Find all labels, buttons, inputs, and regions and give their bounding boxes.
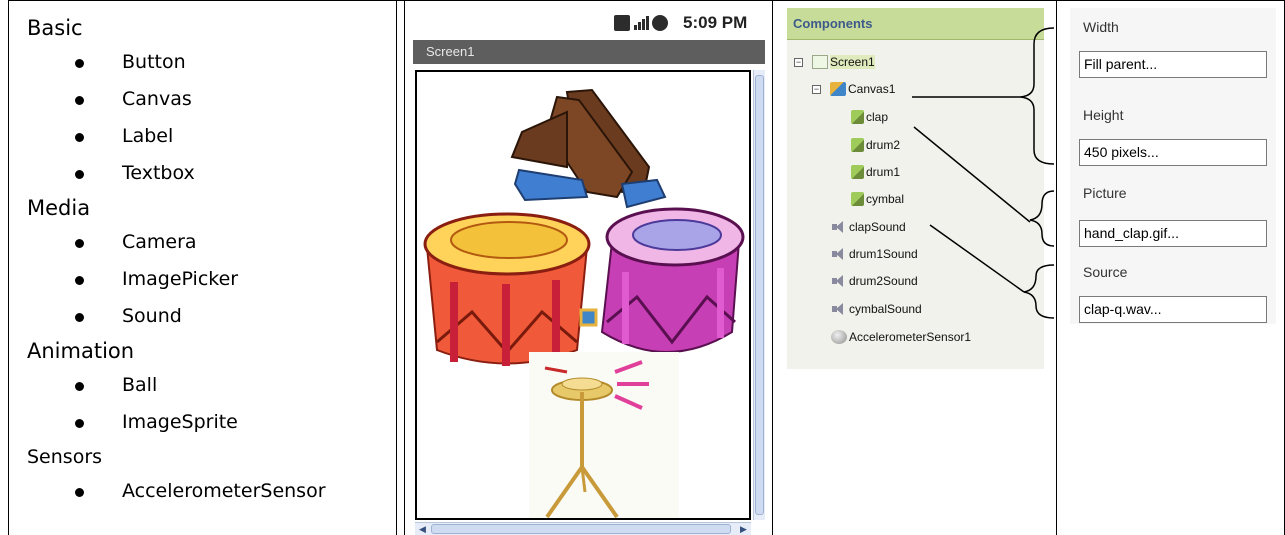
tree-item-accelerometer[interactable]: AccelerometerSensor1 bbox=[831, 328, 971, 346]
bullet-icon bbox=[75, 133, 84, 142]
tree-item-drum2[interactable]: drum2 bbox=[849, 136, 900, 154]
canvas-viewport[interactable] bbox=[415, 70, 751, 520]
picture-label: Picture bbox=[1083, 185, 1127, 201]
drum1-sprite-image[interactable] bbox=[423, 212, 591, 366]
imagesprite-icon bbox=[851, 138, 864, 152]
screen-icon bbox=[812, 55, 828, 69]
bullet-icon bbox=[75, 239, 84, 248]
cymbal-sprite-image[interactable] bbox=[529, 352, 679, 520]
list-item: Canvas bbox=[27, 81, 387, 118]
drum2-sprite-image[interactable] bbox=[600, 207, 745, 353]
bullet-icon bbox=[75, 488, 84, 497]
category-animation: Animation bbox=[27, 339, 135, 363]
sound-icon bbox=[831, 247, 847, 261]
canvas-sprite-marker-icon bbox=[579, 308, 598, 327]
list-item: ImageSprite bbox=[27, 404, 387, 441]
bullet-icon bbox=[75, 96, 84, 105]
screen-title-bar: Screen1 bbox=[413, 40, 765, 64]
imagesprite-icon bbox=[851, 110, 864, 124]
width-label: Width bbox=[1083, 19, 1119, 35]
imagesprite-icon bbox=[851, 192, 864, 206]
table-divider-3 bbox=[772, 0, 773, 535]
tree-item-drum1sound[interactable]: drum1Sound bbox=[831, 245, 918, 263]
status-clock: 5:09 PM bbox=[683, 13, 748, 32]
height-field[interactable]: 450 pixels... bbox=[1079, 139, 1267, 166]
table-divider-2 bbox=[404, 0, 405, 535]
phone-viewer: 5:09 PM Screen1 ◀ ▶ bbox=[413, 8, 765, 535]
scroll-left-arrow-icon[interactable]: ◀ bbox=[416, 523, 429, 535]
category-sensors: Sensors bbox=[27, 446, 103, 468]
canvas-icon bbox=[830, 82, 846, 96]
clap-sprite-image[interactable] bbox=[510, 88, 667, 209]
tree-item-cymbal[interactable]: cymbal bbox=[849, 190, 904, 208]
list-item: AccelerometerSensor bbox=[27, 473, 387, 510]
signal-icon bbox=[633, 15, 649, 31]
tree-item-cymbalsound[interactable]: cymbalSound bbox=[831, 300, 922, 318]
horizontal-scroll-thumb[interactable] bbox=[431, 524, 731, 534]
bullet-icon bbox=[75, 382, 84, 391]
source-label: Source bbox=[1083, 264, 1128, 280]
bullet-icon bbox=[75, 419, 84, 428]
components-panel: Components − Screen1 − Canvas1 clap drum… bbox=[787, 8, 1044, 369]
category-basic: Basic bbox=[27, 16, 83, 40]
bullet-icon bbox=[75, 276, 84, 285]
table-divider-4 bbox=[1056, 0, 1057, 535]
picture-field[interactable]: hand_clap.gif... bbox=[1079, 220, 1267, 247]
collapse-toggle-icon[interactable]: − bbox=[794, 57, 803, 67]
components-header: Components bbox=[787, 8, 1044, 40]
sound-icon bbox=[831, 274, 847, 288]
horizontal-scrollbar[interactable]: ◀ ▶ bbox=[415, 522, 751, 535]
tree-item-drum1[interactable]: drum1 bbox=[849, 163, 900, 181]
list-item: Button bbox=[27, 44, 387, 81]
network-icon bbox=[614, 15, 630, 31]
table-border-left bbox=[8, 0, 9, 535]
collapse-toggle-icon[interactable]: − bbox=[812, 84, 821, 94]
vertical-scrollbar[interactable] bbox=[753, 70, 765, 520]
imagesprite-icon bbox=[851, 165, 864, 179]
list-item: Label bbox=[27, 118, 387, 155]
tree-item-clap[interactable]: clap bbox=[849, 108, 888, 126]
height-label: Height bbox=[1083, 107, 1124, 123]
tree-item-drum2sound[interactable]: drum2Sound bbox=[831, 272, 918, 290]
status-bar: 5:09 PM bbox=[413, 8, 765, 38]
list-item: Sound bbox=[27, 298, 387, 335]
list-item: Ball bbox=[27, 367, 387, 404]
bullet-icon bbox=[75, 170, 84, 179]
status-icons bbox=[614, 15, 668, 31]
bullet-icon bbox=[75, 313, 84, 322]
vertical-scroll-thumb[interactable] bbox=[755, 75, 764, 515]
tree-item-clapsound[interactable]: clapSound bbox=[831, 218, 906, 236]
list-item: ImagePicker bbox=[27, 261, 387, 298]
accelerometer-icon bbox=[831, 330, 847, 344]
battery-icon bbox=[652, 15, 668, 31]
canvas-drawing bbox=[423, 88, 745, 520]
width-field[interactable]: Fill parent... bbox=[1079, 51, 1267, 78]
tree-item-screen1[interactable]: − Screen1 bbox=[794, 53, 875, 71]
source-field[interactable]: clap-q.wav... bbox=[1079, 296, 1267, 323]
table-divider-1 bbox=[396, 0, 397, 535]
category-media: Media bbox=[27, 196, 91, 220]
list-item: Camera bbox=[27, 224, 387, 261]
scroll-right-arrow-icon[interactable]: ▶ bbox=[737, 523, 750, 535]
sound-icon bbox=[831, 302, 847, 316]
table-border-top bbox=[8, 0, 1285, 1]
bullet-icon bbox=[75, 59, 84, 68]
tree-item-canvas1[interactable]: − Canvas1 bbox=[812, 80, 895, 98]
sound-icon bbox=[831, 220, 847, 234]
list-item: Textbox bbox=[27, 155, 387, 192]
palette-list: Basic Button Canvas Label Textbox Media … bbox=[27, 12, 387, 510]
